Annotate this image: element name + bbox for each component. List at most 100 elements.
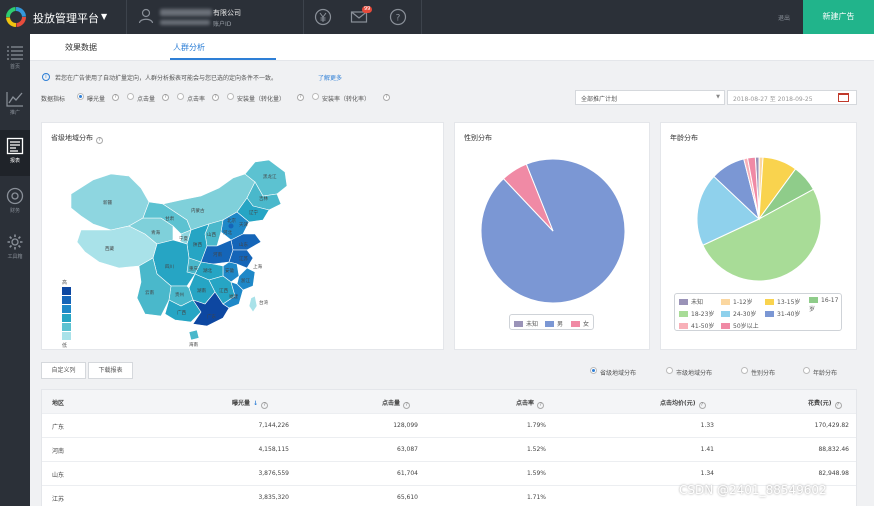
column-header-ctr[interactable]: 点击率? <box>516 398 545 409</box>
help-icon[interactable]: ? <box>403 402 411 409</box>
report-tabs: 效果数据 人群分析 <box>30 34 874 61</box>
map-label: 湖南 <box>197 287 206 294</box>
account-id: 账户ID <box>213 21 232 28</box>
cell-cpc: 1.34 <box>700 470 714 477</box>
learn-more-link[interactable]: 了解更多 <box>318 73 342 82</box>
column-header-cost[interactable]: 花费(元)? <box>808 398 842 409</box>
legend-item[interactable]: 男 <box>545 319 563 328</box>
metric-radio-impressions[interactable] <box>77 93 84 100</box>
tab-effect-data[interactable]: 效果数据 <box>65 42 97 53</box>
map-label: 重庆 <box>189 265 198 272</box>
legend-item[interactable]: 16-17岁 <box>809 297 841 313</box>
help-icon[interactable]: ? <box>698 402 706 409</box>
sidebar-item-report[interactable]: 报表 <box>0 130 30 176</box>
cell-clicks: 61,704 <box>397 470 418 477</box>
help-icon[interactable]: ? <box>537 402 545 409</box>
help-icon[interactable]: ? <box>112 94 119 101</box>
dimension-radio-gender[interactable] <box>741 367 748 374</box>
sidebar-item-toolbox[interactable]: 工具箱 <box>0 226 30 272</box>
help-icon[interactable]: ? <box>383 94 390 101</box>
help-icon[interactable]: ? <box>389 8 407 26</box>
download-report-button[interactable]: 下载报表 <box>88 362 133 379</box>
yen-icon[interactable] <box>314 8 332 26</box>
dimension-label-province: 省级地域分布 <box>600 370 637 377</box>
help-icon[interactable]: ? <box>261 402 269 409</box>
legend-item[interactable]: 24-30岁 <box>721 309 756 318</box>
new-ad-button[interactable]: 新建广告 <box>803 0 874 34</box>
map-label: 江苏 <box>239 255 248 262</box>
help-icon[interactable]: ? <box>212 94 219 101</box>
divider <box>421 0 422 34</box>
column-header-clicks[interactable]: 点击量? <box>382 398 411 409</box>
legend-item[interactable]: 13-15岁 <box>765 297 800 306</box>
legend-item[interactable]: 未知 <box>679 297 703 306</box>
map-region-taiwan <box>248 295 258 313</box>
dimension-radio-city[interactable] <box>666 367 673 374</box>
age-legend: 未知 1-12岁 13-15岁 16-17岁 18-23岁 24-30岁 31-… <box>674 293 842 331</box>
map-label: 天津 <box>239 221 248 228</box>
column-header-impressions[interactable]: 曝光量 ↓? <box>232 398 269 409</box>
user-icon[interactable] <box>138 8 154 24</box>
tab-audience-analysis[interactable]: 人群分析 <box>173 42 205 53</box>
metric-label-ctr: 点击率 <box>187 96 206 103</box>
divider <box>303 0 304 34</box>
mail-badge: 99 <box>362 6 373 13</box>
watermark: CSDN @2401_88549602 <box>679 483 827 497</box>
plan-select[interactable]: 全部推广计划 ▼ <box>575 90 725 105</box>
cell-cost: 82,948.98 <box>818 470 849 477</box>
sidebar-item-finance[interactable]: 财务 <box>0 180 30 226</box>
dimension-radio-province[interactable] <box>590 367 597 374</box>
map-label: 黑龙江 <box>263 173 277 180</box>
cell-ctr: 1.71% <box>526 494 546 501</box>
map-legend-low: 低 <box>62 343 68 349</box>
dimension-radio-age[interactable] <box>803 367 810 374</box>
table-row: 河南 4,158,115 63,087 1.52% 1.41 88,832.46 <box>42 438 856 462</box>
legend-item[interactable]: 1-12岁 <box>721 297 753 306</box>
dimension-label-gender: 性别分布 <box>751 370 776 377</box>
sidebar-item-home[interactable]: 首页 <box>0 38 30 84</box>
metric-radio-clicks[interactable] <box>127 93 134 100</box>
china-map[interactable]: 新疆 西藏 青海 甘肃 内蒙古 黑龙江 吉林 辽宁 宁夏 陕西 山西 河北 北京… <box>41 122 444 350</box>
map-region-hainan <box>188 329 200 341</box>
legend-item[interactable]: 31-40岁 <box>765 309 800 318</box>
help-icon[interactable]: ? <box>834 402 842 409</box>
custom-columns-button[interactable]: 自定义列 <box>41 362 86 379</box>
metric-radio-install-rate[interactable] <box>312 93 319 100</box>
cell-region: 江苏 <box>52 496 65 503</box>
active-tab-indicator <box>170 58 276 60</box>
metric-radio-ctr[interactable] <box>177 93 184 100</box>
help-icon[interactable]: ? <box>297 94 304 101</box>
cell-impressions: 7,144,226 <box>258 422 289 429</box>
map-label: 广西 <box>177 309 186 316</box>
divider <box>126 0 127 34</box>
app-switch-chevron-down-icon[interactable]: ▼ <box>101 12 107 21</box>
map-label: 北京 <box>227 217 236 224</box>
sort-down-icon[interactable]: ↓ <box>253 400 258 407</box>
legend-item[interactable]: 女 <box>571 319 589 328</box>
cell-cpc: 1.41 <box>700 446 714 453</box>
cell-ctr: 1.52% <box>526 446 546 453</box>
map-label: 甘肃 <box>165 215 174 222</box>
app-logo-icon[interactable] <box>5 6 27 28</box>
map-region-beijing <box>228 223 234 229</box>
legend-item[interactable]: 未知 <box>514 319 538 328</box>
legend-item[interactable]: 50岁以上 <box>721 321 759 330</box>
logout-link[interactable]: 退出 <box>778 13 790 22</box>
sidebar-item-label: 推广 <box>9 110 20 116</box>
column-header-region[interactable]: 地区 <box>52 398 64 407</box>
map-label: 西藏 <box>105 245 114 252</box>
calendar-icon[interactable] <box>838 93 849 102</box>
table-row: 广东 7,144,226 128,099 1.79% 1.33 170,429.… <box>42 414 856 438</box>
legend-item[interactable]: 41-50岁 <box>679 321 714 330</box>
sidebar-item-promotion[interactable]: 推广 <box>0 84 30 130</box>
cell-region: 河南 <box>52 448 65 455</box>
help-icon[interactable]: ? <box>162 94 169 101</box>
app-title[interactable]: 投放管理平台 <box>33 10 99 26</box>
map-label: 广东 <box>207 313 216 320</box>
metric-radio-installs[interactable] <box>227 93 234 100</box>
column-header-cpc[interactable]: 点击均价(元)? <box>660 398 706 409</box>
cell-region: 山东 <box>52 472 65 479</box>
map-label: 新疆 <box>103 199 112 206</box>
legend-item[interactable]: 18-23岁 <box>679 309 714 318</box>
cell-cost: 170,429.82 <box>814 422 849 429</box>
